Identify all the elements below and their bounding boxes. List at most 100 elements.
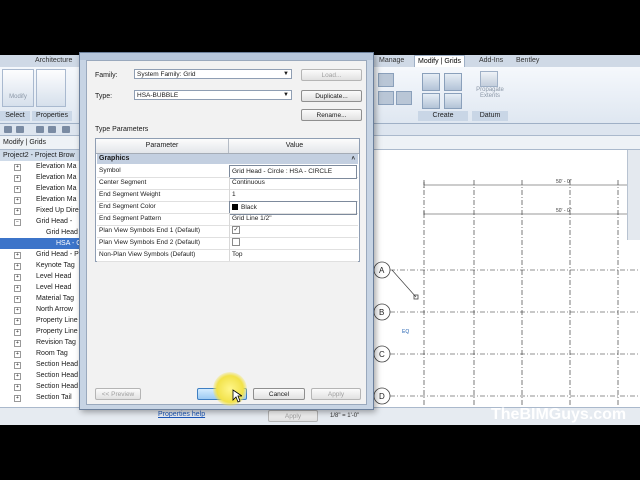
- tree-item[interactable]: + Level Head: [0, 282, 80, 293]
- type-properties-dialog: Family: System Family: Grid ▼ Load... Ty…: [79, 52, 374, 410]
- view-scale[interactable]: 1/8" = 1'-0": [330, 413, 359, 419]
- copy-icon[interactable]: [378, 73, 394, 87]
- move-icon[interactable]: [378, 91, 394, 105]
- tree-item-label: Keynote Tag: [36, 262, 75, 269]
- expand-icon[interactable]: +: [14, 373, 21, 380]
- cancel-button[interactable]: Cancel: [253, 388, 305, 400]
- expand-icon[interactable]: +: [14, 175, 21, 182]
- tree-item-label: Elevation Ma: [36, 174, 77, 181]
- column-header-parameter[interactable]: Parameter: [96, 139, 228, 153]
- tree-item-label: Elevation Ma: [36, 185, 77, 192]
- tree-item[interactable]: + Grid Head - P: [0, 249, 80, 260]
- tree-item[interactable]: HSA - CIR: [0, 238, 80, 249]
- modify-button[interactable]: Modify: [2, 69, 34, 107]
- column-header-value[interactable]: Value: [228, 139, 360, 153]
- load-button[interactable]: Load...: [301, 69, 362, 81]
- rename-button[interactable]: Rename...: [301, 109, 362, 121]
- parameter-name: End Segment Weight: [99, 191, 161, 198]
- expand-icon[interactable]: +: [14, 274, 21, 281]
- redo-icon[interactable]: [48, 126, 56, 133]
- plan-view-end2-checkbox[interactable]: [232, 238, 240, 247]
- parameter-value[interactable]: Top: [229, 249, 357, 261]
- table-header: Parameter Value: [96, 139, 359, 154]
- expand-icon[interactable]: +: [14, 263, 21, 270]
- expand-icon[interactable]: +: [14, 384, 21, 391]
- expand-icon[interactable]: +: [14, 318, 21, 325]
- tab-manage[interactable]: Manage: [376, 55, 407, 67]
- array-icon[interactable]: [396, 91, 412, 105]
- options-bar-label: Modify | Grids: [3, 139, 47, 146]
- expand-icon[interactable]: +: [14, 307, 21, 314]
- undo-icon[interactable]: [36, 126, 44, 133]
- tree-item[interactable]: + Material Tag: [0, 293, 80, 304]
- expand-icon[interactable]: +: [14, 164, 21, 171]
- color-swatch[interactable]: [232, 204, 238, 211]
- create-parts-icon[interactable]: [422, 93, 440, 109]
- tree-item[interactable]: + Section Head: [0, 381, 80, 392]
- propagate-extents-icon[interactable]: [480, 71, 498, 87]
- tab-bentley[interactable]: Bentley: [513, 55, 542, 67]
- create-similar-icon[interactable]: [444, 93, 462, 109]
- preview-button[interactable]: << Preview: [95, 388, 141, 400]
- expand-icon[interactable]: +: [14, 252, 21, 259]
- type-select[interactable]: HSA-BUBBLE ▼: [134, 90, 292, 100]
- tree-item[interactable]: + Room Tag: [0, 348, 80, 359]
- duplicate-button[interactable]: Duplicate...: [301, 90, 362, 102]
- expand-icon[interactable]: +: [14, 186, 21, 193]
- parameter-value-text: Continuous: [232, 179, 265, 186]
- tree-item[interactable]: + Keynote Tag: [0, 260, 80, 271]
- expand-icon[interactable]: +: [14, 351, 21, 358]
- family-select[interactable]: System Family: Grid ▼: [134, 69, 292, 79]
- type-select-value: HSA-BUBBLE: [137, 92, 179, 99]
- tab-architecture[interactable]: Architecture: [32, 55, 75, 67]
- save-icon[interactable]: [16, 126, 24, 133]
- measure-icon[interactable]: [62, 126, 70, 133]
- tree-item[interactable]: + Elevation Ma: [0, 172, 80, 183]
- tree-item[interactable]: + Revision Tag: [0, 337, 80, 348]
- view-scrollbar[interactable]: [627, 150, 640, 240]
- group-header-graphics[interactable]: Graphics ˄: [97, 154, 358, 164]
- tree-item[interactable]: + Elevation Ma: [0, 183, 80, 194]
- tree-item[interactable]: + Elevation Ma: [0, 194, 80, 205]
- properties-apply-button[interactable]: Apply: [268, 410, 318, 422]
- tree-item[interactable]: + Fixed Up Dire: [0, 205, 80, 216]
- expand-icon[interactable]: +: [14, 285, 21, 292]
- open-icon[interactable]: [4, 126, 12, 133]
- expand-icon[interactable]: +: [14, 208, 21, 215]
- properties-button[interactable]: [36, 69, 66, 107]
- tab-add-ins[interactable]: Add-Ins: [476, 55, 506, 67]
- dialog-title-bar[interactable]: [80, 53, 373, 60]
- tree-item[interactable]: + Section Head: [0, 370, 80, 381]
- expand-icon[interactable]: +: [14, 296, 21, 303]
- table-row[interactable]: Non-Plan View Symbols (Default) Top: [97, 249, 358, 262]
- parameter-value[interactable]: Continuous: [229, 177, 357, 189]
- tree-item[interactable]: + Level Head: [0, 271, 80, 282]
- tree-item[interactable]: Grid Head: [0, 227, 80, 238]
- parameter-value[interactable]: [229, 237, 357, 249]
- properties-help-link[interactable]: Properties help: [158, 411, 205, 418]
- tree-item[interactable]: + Property Line: [0, 326, 80, 337]
- parameter-value[interactable]: ✓: [229, 225, 357, 237]
- drawing-canvas[interactable]: 50' - 0" 50' - 0" A B C D EQ: [370, 150, 640, 425]
- create-assembly-icon[interactable]: [444, 73, 462, 91]
- tree-item[interactable]: + Property Line: [0, 315, 80, 326]
- apply-button[interactable]: Apply: [311, 388, 361, 400]
- parameter-value[interactable]: 1: [229, 189, 357, 201]
- expand-icon[interactable]: +: [14, 340, 21, 347]
- parameter-name: Center Segment: [99, 179, 147, 186]
- expand-icon[interactable]: +: [14, 395, 21, 402]
- expand-icon[interactable]: +: [14, 197, 21, 204]
- create-group-icon[interactable]: [422, 73, 440, 91]
- tree-item[interactable]: − Grid Head -: [0, 216, 80, 227]
- tree-item[interactable]: + Section Head: [0, 359, 80, 370]
- tree-item[interactable]: + Section Tail: [0, 392, 80, 403]
- tree-item[interactable]: + Elevation Ma: [0, 161, 80, 172]
- plan-view-end1-checkbox[interactable]: ✓: [232, 226, 240, 235]
- collapse-icon[interactable]: ˄: [351, 154, 355, 164]
- collapse-icon[interactable]: −: [14, 219, 21, 226]
- parameter-value[interactable]: Grid Line 1/2": [229, 213, 357, 225]
- parameter-value-text: Black: [241, 204, 257, 211]
- tree-item[interactable]: + North Arrow: [0, 304, 80, 315]
- expand-icon[interactable]: +: [14, 362, 21, 369]
- expand-icon[interactable]: +: [14, 329, 21, 336]
